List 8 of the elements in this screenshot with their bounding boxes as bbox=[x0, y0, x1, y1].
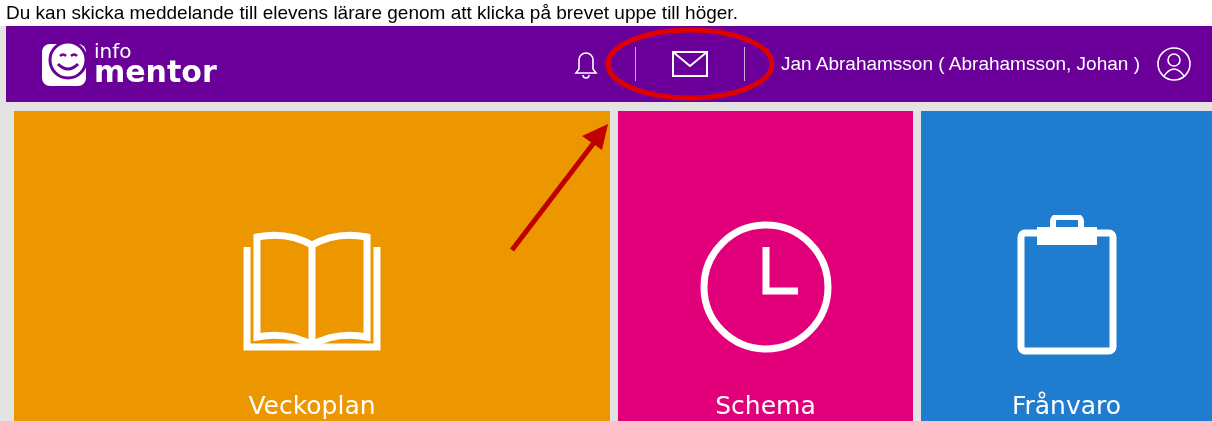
tile[interactable]: Veckoplan bbox=[14, 111, 610, 421]
tile[interactable]: Schema bbox=[618, 111, 913, 421]
user-name[interactable]: Jan Abrahamsson ( Abrahamsson, Johan ) bbox=[780, 53, 1140, 75]
tile[interactable]: Frånvaro bbox=[921, 111, 1212, 421]
tile-label: Veckoplan bbox=[248, 391, 376, 421]
tile-label: Schema bbox=[715, 391, 816, 421]
caption-text: Du kan skicka meddelande till elevens lärare genom att klicka på brevet uppe till höger. bbox=[5, 1, 739, 25]
tile-label: Frånvaro bbox=[1011, 391, 1122, 421]
